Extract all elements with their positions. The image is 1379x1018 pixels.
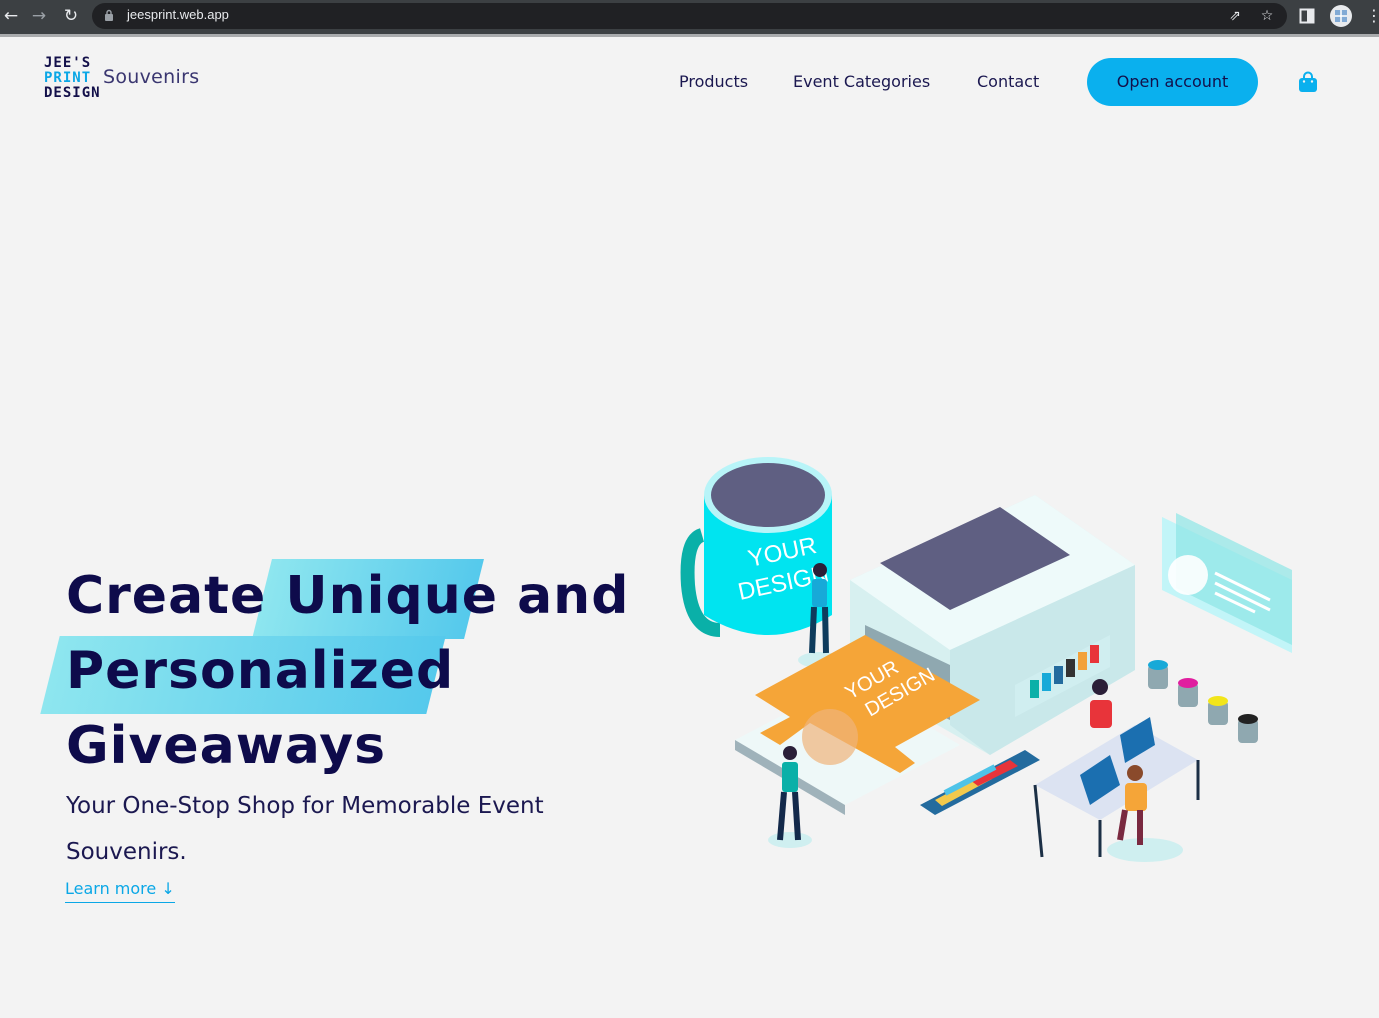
star-icon[interactable]: ☆ [1258,7,1276,25]
share-icon[interactable]: ⇗ [1226,7,1244,25]
lock-icon [105,9,113,21]
logo-line-3: DESIGN [44,85,101,101]
logo-mark: JEE'S PRINT DESIGN [44,55,101,104]
nav-products[interactable]: Products [679,72,748,91]
hero-heading-line-3: Giveaways [66,716,387,776]
nav-event-categories[interactable]: Event Categories [793,72,930,91]
toolbar-divider [0,34,1379,37]
swatches-graphic [920,750,1040,815]
hero-subtitle-line-2: Souvenirs. [66,839,187,865]
side-panel-icon[interactable] [1299,8,1315,24]
menu-dots-icon[interactable]: ⋮ [1366,5,1379,27]
screen-card-graphic [1162,513,1292,653]
printing-illustration: YOUR DESIGN YOUR DESIGN [680,457,1292,862]
nav-contact[interactable]: Contact [977,72,1039,91]
learn-more-link[interactable]: Learn more ↓ [65,879,175,903]
address-bar[interactable]: jeesprint.web.app ⇗ ☆ [92,3,1287,29]
site-logo[interactable]: JEE'S PRINT DESIGN Souvenirs [44,55,199,104]
logo-line-1: JEE'S [44,55,92,71]
profile-avatar[interactable] [1329,4,1353,28]
hero-subtitle-line-1: Your One-Stop Shop for Memorable Event [66,793,544,819]
logo-wordmark: Souvenirs [103,66,200,88]
open-account-button[interactable]: Open account [1087,58,1258,106]
logo-line-2: PRINT [44,70,92,86]
forward-icon[interactable]: → [28,5,50,27]
hero-word-create: Create [66,566,267,626]
hero-word-and: and [517,566,630,626]
hero-word-unique: Unique [285,566,498,626]
browser-toolbar: ← → ↻ jeesprint.web.app ⇗ ☆ ⋮ [0,0,1379,34]
reload-icon[interactable]: ↻ [60,5,82,27]
hero-heading-line-1: Create Unique and [66,566,629,626]
hero-heading-line-2: Personalized [66,641,455,701]
shopping-bag-icon[interactable] [1298,71,1318,93]
url-text: jeesprint.web.app [127,7,229,22]
mug-graphic: YOUR DESIGN [680,457,832,637]
back-icon[interactable]: ← [0,5,22,27]
paint-buckets-graphic [1148,660,1258,743]
